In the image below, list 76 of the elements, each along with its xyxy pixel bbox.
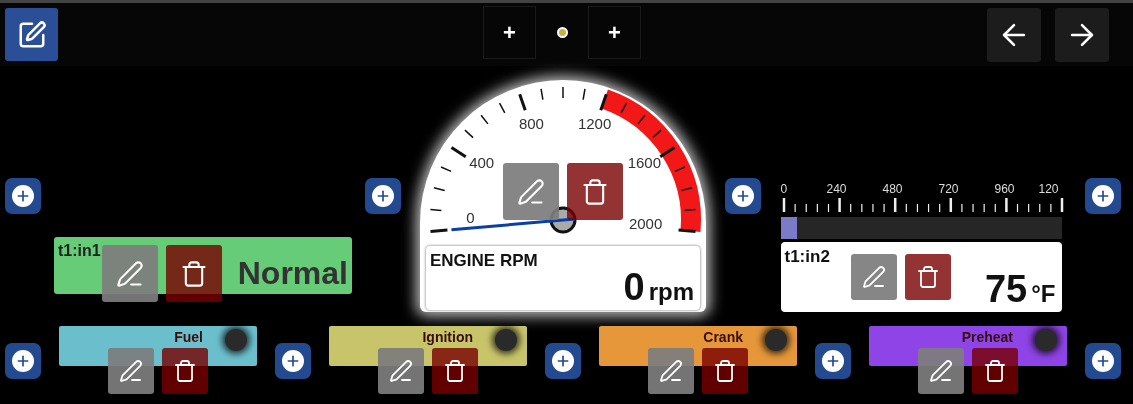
add-page-button[interactable]: +	[588, 6, 641, 59]
add-widget-button[interactable]	[545, 343, 581, 379]
add-widget-button[interactable]	[815, 343, 851, 379]
dial-tick-label: 400	[469, 152, 495, 173]
pencil-icon	[119, 359, 143, 383]
add-widget-button[interactable]	[1085, 343, 1121, 379]
add-widget-button[interactable]	[275, 343, 311, 379]
page-indicator[interactable]	[556, 27, 568, 38]
add-widget-button[interactable]	[365, 178, 401, 214]
scale-label: 960	[994, 182, 1015, 196]
scale-label: 0	[780, 182, 788, 196]
indicator-label: Crank	[703, 329, 743, 345]
gauge-title: ENGINE RPM	[430, 250, 538, 272]
trash-icon	[713, 359, 737, 383]
scale-label: 240	[826, 182, 847, 196]
indicator-label: Preheat	[961, 329, 1013, 345]
pencil-icon	[861, 265, 886, 289]
delete-button[interactable]	[702, 348, 748, 394]
dial-tick-label: 800	[518, 114, 544, 135]
dial-tick-label: 1200	[577, 114, 612, 135]
scale-label: 720	[938, 182, 959, 196]
edit-button[interactable]	[102, 245, 158, 302]
plus-icon	[555, 353, 571, 369]
trash-icon	[180, 259, 208, 288]
gauge-value: 0	[623, 265, 645, 310]
status-title: t1:in1	[58, 241, 101, 261]
plus-icon	[375, 188, 391, 204]
delete-button[interactable]	[567, 163, 623, 220]
gauge-unit: °F	[1031, 279, 1056, 309]
trash-icon	[915, 265, 940, 289]
delete-button[interactable]	[972, 348, 1018, 394]
trash-icon	[443, 359, 467, 383]
add-widget-button[interactable]	[1085, 178, 1121, 214]
pencil-icon	[929, 359, 953, 383]
status-value: Normal	[237, 254, 348, 292]
plus-icon	[1095, 353, 1111, 369]
scale-label: 120	[1038, 182, 1059, 196]
delete-button[interactable]	[166, 245, 222, 302]
trash-icon	[581, 177, 609, 206]
pencil-icon	[517, 177, 545, 206]
edit-button[interactable]	[850, 254, 897, 300]
dial-tick-label: 2000	[628, 214, 663, 235]
add-page-button[interactable]: +	[483, 6, 536, 59]
delete-button[interactable]	[904, 254, 951, 300]
edit-button[interactable]	[108, 348, 154, 394]
edit-button[interactable]	[648, 348, 694, 394]
trash-icon	[983, 359, 1007, 383]
delete-button[interactable]	[162, 348, 208, 394]
indicator-label: Fuel	[174, 329, 203, 345]
pencil-icon	[659, 359, 683, 383]
plus-icon	[1095, 188, 1111, 204]
trash-icon	[173, 359, 197, 383]
add-widget-button[interactable]	[5, 343, 41, 379]
edit-button[interactable]	[918, 348, 964, 394]
plus-icon	[285, 353, 301, 369]
plus-icon	[15, 188, 31, 204]
plus-icon	[15, 353, 31, 369]
dial-tick-label: 1600	[627, 152, 662, 173]
delete-button[interactable]	[432, 348, 478, 394]
edit-button[interactable]	[503, 163, 559, 220]
gauge-value: 75	[984, 267, 1028, 312]
plus-icon	[735, 188, 751, 204]
add-widget-button[interactable]	[725, 178, 761, 214]
edit-button[interactable]	[378, 348, 424, 394]
forward-button[interactable]	[1055, 7, 1109, 62]
back-button[interactable]	[987, 7, 1041, 62]
pencil-icon	[389, 359, 413, 383]
dial-tick-label: 0	[466, 208, 475, 229]
indicator-label: Ignition	[422, 329, 473, 345]
add-widget-button[interactable]	[5, 178, 41, 214]
scale-label: 480	[882, 182, 903, 196]
gauge-unit: rpm	[648, 277, 694, 307]
pencil-icon	[116, 259, 144, 288]
edit-mode-button[interactable]	[5, 8, 58, 61]
gauge-title: t1:in2	[784, 246, 830, 268]
plus-icon	[825, 353, 841, 369]
